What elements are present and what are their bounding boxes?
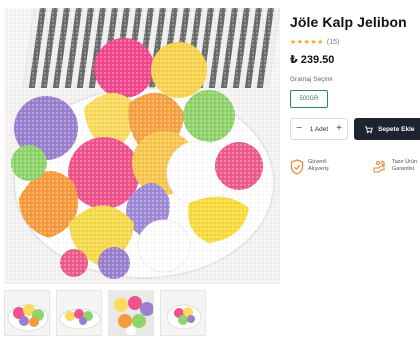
badge-secure-shopping: Güvenli Alışveriş [290, 159, 329, 175]
badge-secure-line1: Güvenli [308, 159, 327, 165]
add-to-cart-button[interactable]: Sepete Ekle [354, 118, 420, 140]
thumbnail-2[interactable] [56, 290, 102, 336]
badge-secure-line2: Alışveriş [308, 165, 329, 172]
review-count: (15) [326, 38, 340, 46]
jelly-candy-bowl-photo [4, 8, 280, 284]
badge-fresh-guarantee: Taze Ürün Garantisi [372, 159, 417, 175]
thumbnail-candy-image [161, 291, 205, 335]
thumbnail-candy-image [57, 291, 101, 335]
quantity-value: 1 Adet [309, 125, 329, 133]
weight-option-selected[interactable]: 500GR [290, 90, 328, 108]
rating-stars: ★★★★★ [290, 39, 324, 46]
product-price: ₺ 239.50 [290, 54, 335, 66]
thumbnail-1[interactable] [4, 290, 50, 336]
fresh-product-icon [373, 160, 385, 173]
quantity-stepper: − 1 Adet + [290, 118, 348, 140]
thumbnail-candy-image [5, 291, 49, 335]
product-main-image [4, 8, 280, 284]
badge-fresh-line1: Taze Ürün [392, 159, 418, 165]
product-info-panel: Jöle Kalp Jelibon ★★★★★ (15) ₺ 239.50 Gr… [290, 14, 420, 175]
quantity-decrease-button[interactable]: − [295, 124, 303, 134]
add-to-cart-label: Sepete Ekle [378, 125, 415, 133]
thumbnail-3[interactable] [108, 290, 154, 336]
rating[interactable]: ★★★★★ (15) [290, 38, 420, 47]
thumbnail-candy-image [109, 291, 153, 335]
quantity-increase-button[interactable]: + [335, 124, 343, 134]
cart-icon [364, 125, 373, 133]
badge-fresh-line2: Garantisi [392, 165, 415, 172]
product-title: Jöle Kalp Jelibon [290, 14, 407, 30]
thumbnail-strip [4, 290, 206, 336]
shield-check-icon [290, 159, 304, 175]
thumbnail-4[interactable] [160, 290, 206, 336]
weight-selection-label: Gramaj Seçimi [290, 76, 333, 83]
